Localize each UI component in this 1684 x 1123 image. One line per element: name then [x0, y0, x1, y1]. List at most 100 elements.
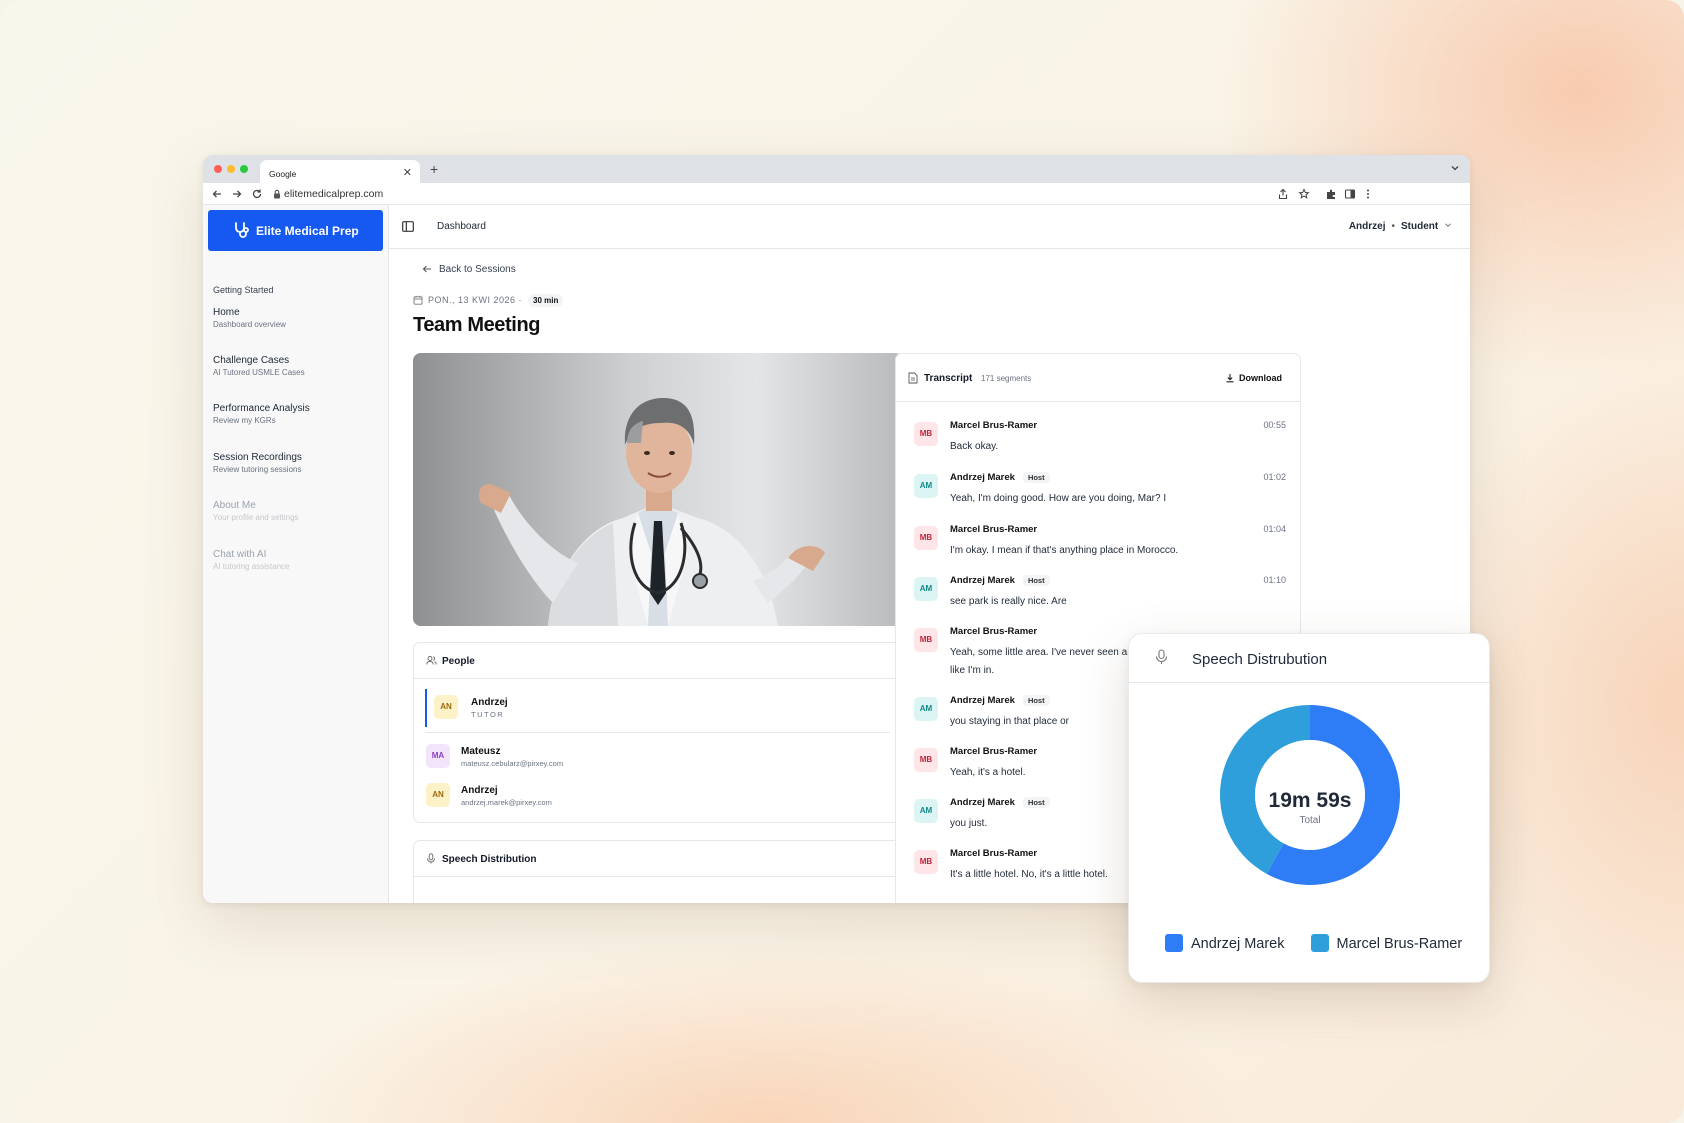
timestamp: 01:04 [1263, 524, 1286, 534]
back-arrow-icon[interactable] [211, 188, 223, 200]
download-label: Download [1239, 373, 1282, 383]
transcript-title: Transcript [924, 373, 973, 384]
nav-subtitle: Your profile and settings [213, 513, 299, 522]
browser-tab[interactable]: Google ✕ [260, 160, 420, 183]
breadcrumb[interactable]: Dashboard [437, 221, 486, 232]
extensions-icon[interactable] [1325, 188, 1337, 200]
avatar: AM [914, 697, 938, 721]
microphone-icon [427, 853, 435, 864]
speaker-label: Marcel Brus-Ramer [950, 746, 1038, 757]
sidepanel-icon[interactable] [1344, 188, 1356, 200]
star-icon[interactable] [1298, 188, 1310, 200]
sidebar-item-chat-with-ai[interactable]: Chat with AI AI tutoring assistance [213, 549, 383, 571]
nav-title: Chat with AI [213, 549, 267, 560]
person-email: mateusz.cebularz@pirxey.com [461, 759, 564, 768]
sidebar-item-performance-analysis[interactable]: Performance Analysis Review my KGRs [213, 403, 383, 425]
speech-distribution-popup: Speech Distrubution 19m 59s Total Andrze… [1128, 633, 1490, 983]
brand-button[interactable]: Elite Medical Prep [208, 210, 383, 251]
speaker-name: Andrzej Marek Host [950, 797, 1050, 808]
page-title: Team Meeting [413, 314, 541, 336]
host-badge: Host [1022, 575, 1050, 586]
sidebar-item-challenge-cases[interactable]: Challenge Cases AI Tutored USMLE Cases [213, 355, 383, 377]
sidebar-item-session-recordings[interactable]: Session Recordings Review tutoring sessi… [213, 452, 383, 474]
speaker-label: Andrzej Marek [950, 797, 1015, 808]
nav-subtitle: Dashboard overview [213, 320, 286, 329]
legend-label: Marcel Brus-Ramer [1336, 936, 1463, 952]
new-tab-icon[interactable]: + [430, 161, 438, 177]
speaker-label: Marcel Brus-Ramer [950, 524, 1038, 535]
chevron-down-icon[interactable] [1450, 163, 1460, 173]
document-icon [908, 372, 918, 384]
nav-title: Challenge Cases [213, 355, 290, 366]
person-name: Andrzej [471, 697, 508, 708]
share-icon[interactable] [1277, 188, 1289, 200]
avatar: AM [914, 577, 938, 601]
users-icon [426, 656, 437, 665]
avatar: MB [914, 850, 938, 874]
timestamp: 00:55 [1263, 420, 1286, 430]
host-badge: Host [1022, 472, 1050, 483]
person-row[interactable]: AN Andrzej andrzej.marek@pirxey.com [426, 782, 886, 816]
sidebar-section-title: Getting Started [213, 285, 274, 295]
back-to-sessions-link[interactable]: Back to Sessions [422, 264, 516, 275]
nav-title: Session Recordings [213, 452, 302, 463]
segment-count: 171 segments [981, 374, 1032, 383]
segment-text: see park is really nice. Are [950, 596, 1067, 607]
duration-badge: 30 min [528, 294, 564, 307]
minimize-window-dot[interactable] [227, 165, 235, 173]
sidebar: Elite Medical Prep Getting Started Home … [203, 205, 389, 903]
avatar: AN [426, 783, 450, 807]
reload-icon[interactable] [251, 188, 263, 200]
arrow-left-icon [422, 265, 431, 273]
donut-total-value: 19m 59s [1269, 789, 1352, 812]
host-badge: Host [1022, 797, 1050, 808]
user-menu[interactable]: Andrzej • Student [1349, 221, 1452, 232]
speaker-name: Marcel Brus-Ramer [950, 746, 1037, 757]
close-tab-icon[interactable]: ✕ [403, 166, 412, 179]
person-row[interactable]: MA Mateusz mateusz.cebularz@pirxey.com [426, 743, 886, 777]
legend-swatch [1310, 934, 1329, 952]
avatar: MB [914, 422, 938, 446]
speaker-name: Andrzej Marek Host [950, 472, 1050, 483]
speaker-name: Marcel Brus-Ramer [950, 524, 1037, 535]
maximize-window-dot[interactable] [240, 165, 248, 173]
speech-distribution-card: Speech Distribution [413, 840, 903, 903]
background-stage: Google ✕ + elitemedicalprep.com Elite Me… [0, 0, 1684, 1123]
avatar: MB [914, 526, 938, 550]
video-player[interactable] [413, 353, 903, 626]
people-header: People [414, 643, 902, 679]
legend-item-marcel[interactable]: Marcel Brus-Ramer [1310, 934, 1463, 952]
speaker-label: Andrzej Marek [950, 695, 1015, 706]
nav-subtitle: Review tutoring sessions [213, 465, 302, 474]
legend-item-andrzej[interactable]: Andrzej Marek [1165, 934, 1284, 952]
speaker-label: Andrzej Marek [950, 575, 1015, 586]
more-menu-icon[interactable] [1362, 188, 1374, 200]
donut-total-label: Total [1299, 815, 1320, 826]
popup-title: Speech Distrubution [1192, 651, 1328, 668]
url-field[interactable]: elitemedicalprep.com [284, 188, 383, 200]
forward-arrow-icon[interactable] [231, 188, 243, 200]
people-card: People AN Andrzej TUTOR MA Mateusz mateu… [413, 642, 903, 823]
nav-title: Performance Analysis [213, 403, 310, 414]
speech-distribution-title: Speech Distribution [442, 854, 537, 865]
speaker-name: Marcel Brus-Ramer [950, 848, 1037, 859]
person-name: Andrzej [461, 785, 498, 796]
segment-text: Back okay. [950, 441, 999, 452]
sidebar-item-about-me[interactable]: About Me Your profile and settings [213, 500, 383, 522]
sidebar-toggle-icon[interactable] [402, 221, 414, 232]
close-window-dot[interactable] [214, 165, 222, 173]
avatar: MB [914, 628, 938, 652]
chart-legend: Andrzej Marek Marcel Brus-Ramer [1165, 934, 1462, 952]
lock-icon [274, 189, 280, 199]
speech-distribution-header: Speech Distribution [414, 841, 902, 877]
person-row[interactable]: AN Andrzej TUTOR [426, 694, 886, 728]
nav-subtitle: AI Tutored USMLE Cases [213, 368, 305, 377]
legend-label: Andrzej Marek [1191, 936, 1285, 952]
speaker-label: Marcel Brus-Ramer [950, 848, 1038, 859]
download-button[interactable]: Download [1225, 373, 1282, 383]
sidebar-item-home[interactable]: Home Dashboard overview [213, 307, 383, 329]
nav-title: About Me [213, 500, 256, 511]
timestamp: 01:10 [1263, 575, 1286, 585]
avatar: MB [914, 748, 938, 772]
user-role: Student [1401, 221, 1439, 232]
